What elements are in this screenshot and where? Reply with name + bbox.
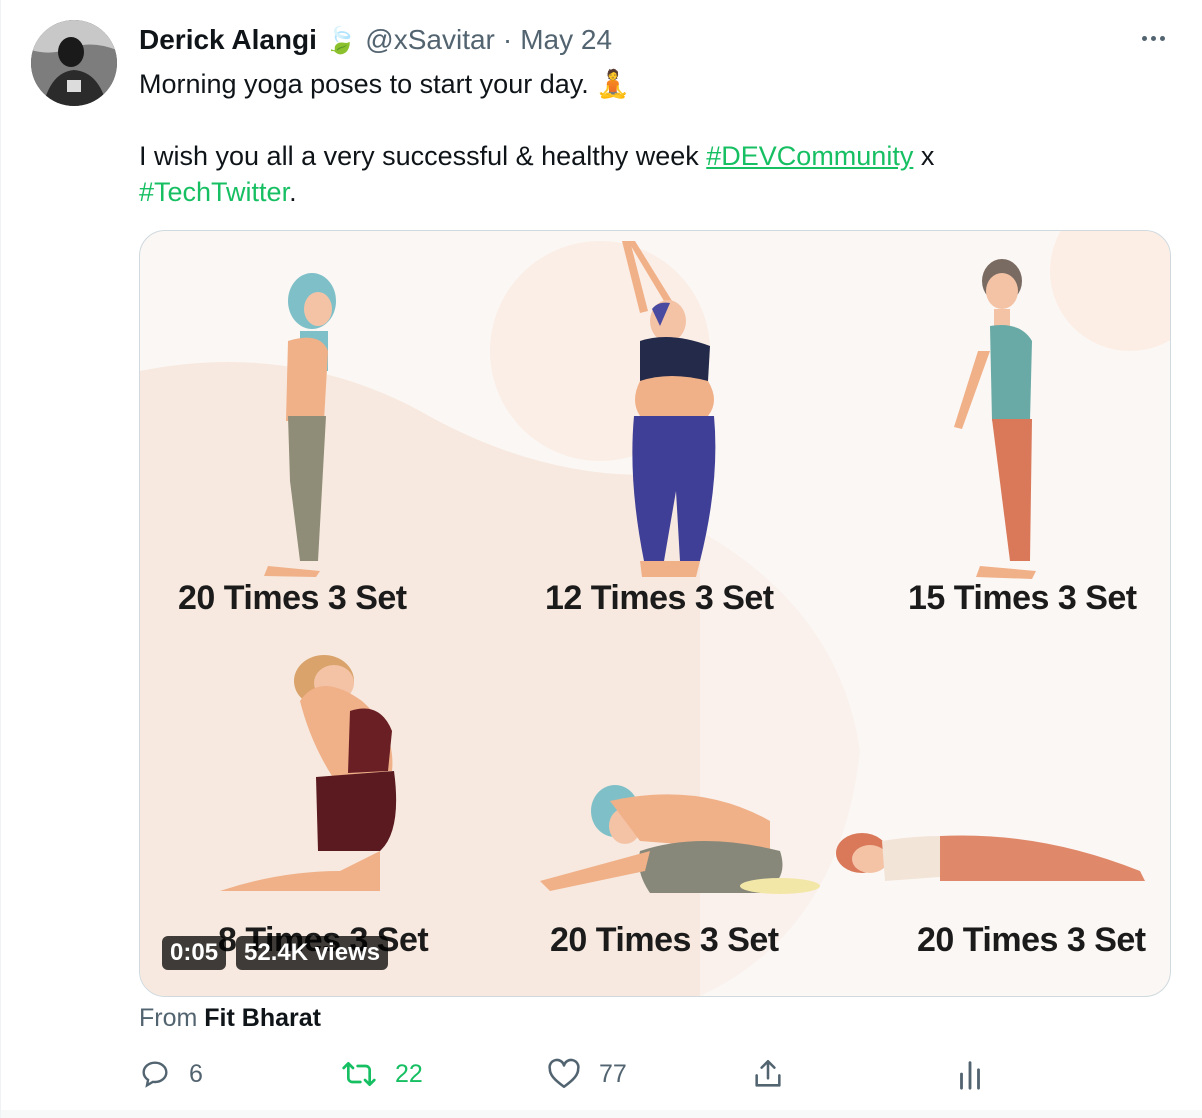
tweet-text-line3: #TechTwitter.: [139, 174, 1159, 210]
like-icon: [548, 1058, 580, 1089]
tweet-sentence: Morning yoga poses to start your day.: [139, 69, 589, 99]
reply-button[interactable]: 6: [139, 1052, 203, 1096]
pose-3-figure: [954, 259, 1036, 579]
avatar[interactable]: [31, 20, 117, 106]
tweet-divider: [1, 1110, 1202, 1118]
analytics-icon: [960, 1061, 980, 1090]
tweet-text-line2: I wish you all a very successful & healt…: [139, 138, 1159, 174]
leaf-icon: 🍃: [324, 24, 358, 55]
yoga-emoji-icon: 🧘: [596, 69, 630, 99]
tweet-text: Morning yoga poses to start your day. 🧘 …: [139, 66, 1159, 210]
video-views-badge: 52.4K views: [236, 936, 389, 970]
pose-5-label: 20 Times 3 Set: [550, 921, 779, 959]
hashtag-techtwitter[interactable]: #TechTwitter: [139, 177, 289, 207]
hashtag-devcommunity[interactable]: #DEVCommunity: [706, 141, 913, 171]
tweet-sentence-2: I wish you all a very successful & healt…: [139, 141, 707, 171]
author-handle[interactable]: @xSavitar: [365, 24, 495, 56]
tweet-actions: 6 22 77: [1, 1052, 1202, 1096]
source-prefix: From: [139, 1004, 198, 1032]
pose-6-figure: [836, 833, 1145, 881]
retweet-icon: [342, 1062, 376, 1086]
more-icon[interactable]: [1135, 26, 1171, 50]
tweet-connector: x: [913, 141, 935, 171]
pose-3-label: 15 Times 3 Set: [908, 579, 1137, 617]
tweet-card[interactable]: Derick Alangi 🍃 @xSavitar · May 24 Morni…: [0, 0, 1202, 1118]
author-name[interactable]: Derick Alangi: [139, 24, 317, 56]
reply-count: 6: [189, 1059, 203, 1088]
retweet-button[interactable]: 22: [341, 1052, 423, 1096]
analytics-button[interactable]: [955, 1052, 985, 1096]
like-button[interactable]: 77: [547, 1052, 627, 1096]
video-player[interactable]: 20 Times 3 Set 12 Times 3 Set 15 Times 3…: [139, 230, 1171, 997]
pose-1-label: 20 Times 3 Set: [178, 579, 407, 617]
tweet-date[interactable]: May 24: [520, 24, 612, 56]
tweet-header: Derick Alangi 🍃 @xSavitar · May 24: [139, 22, 612, 58]
like-count: 77: [599, 1059, 627, 1088]
tweet-text-line1: Morning yoga poses to start your day. 🧘: [139, 66, 1159, 102]
pose-6-label: 20 Times 3 Set: [917, 921, 1146, 959]
source-name[interactable]: Fit Bharat: [204, 1004, 321, 1032]
retweet-count: 22: [395, 1059, 423, 1088]
pose-2-label: 12 Times 3 Set: [545, 579, 774, 617]
separator: ·: [502, 24, 513, 55]
reply-icon: [142, 1061, 168, 1088]
share-button[interactable]: [751, 1052, 785, 1096]
share-icon: [755, 1059, 781, 1087]
media-source: From Fit Bharat: [139, 1004, 321, 1033]
video-duration-badge: 0:05: [162, 936, 227, 970]
tweet-period: .: [289, 177, 297, 207]
